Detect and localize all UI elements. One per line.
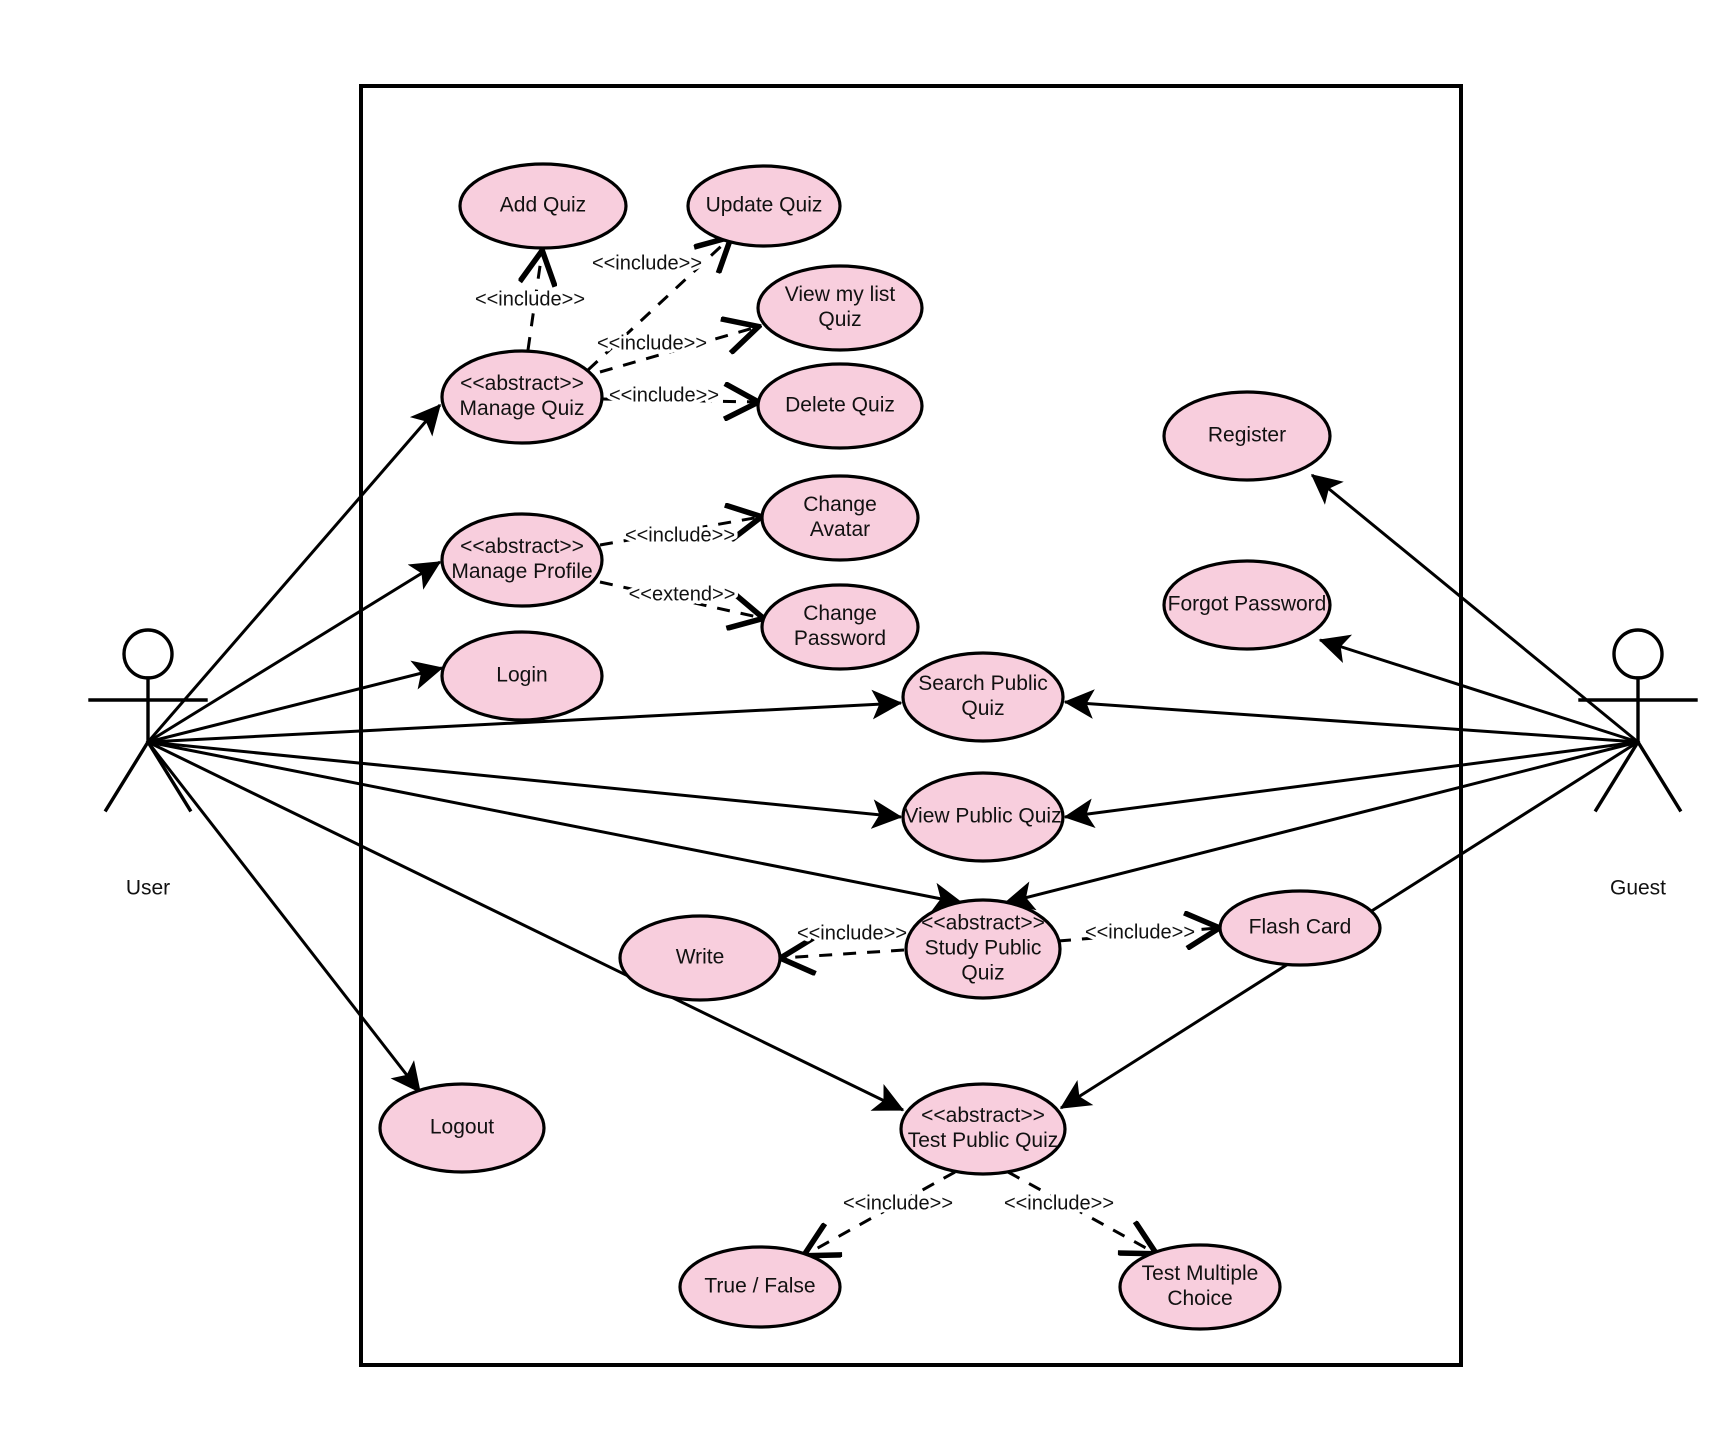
use-case-label-study-public-quiz: <<abstract>> — [921, 912, 1045, 935]
use-case-test-public-quiz[interactable]: <<abstract>>Test Public Quiz — [899, 1082, 1067, 1176]
stereotype-label-manage-quiz-add-quiz: <<include>> — [475, 288, 585, 310]
association-guest-search-public — [1063, 689, 1639, 744]
use-case-add-quiz[interactable]: Add Quiz — [458, 162, 628, 250]
association-user-test-public — [147, 740, 905, 1112]
stereotype-label-manage-quiz-update-quiz: <<include>> — [592, 252, 702, 274]
actor-leg-right-guest — [1635, 739, 1683, 813]
association-user-manage-profile — [147, 560, 442, 744]
use-case-label-update-quiz: Update Quiz — [706, 194, 823, 217]
use-case-flash-card[interactable]: Flash Card — [1218, 889, 1382, 967]
use-case-label-change-password: Password — [794, 627, 886, 650]
association-guest-view-public — [1063, 740, 1639, 828]
use-case-label-test-multiple-choice: Choice — [1167, 1287, 1232, 1310]
stereotype-label-test-public-quiz-test-multiple: <<include>> — [1004, 1192, 1114, 1214]
use-case-label-search-public-quiz: Quiz — [961, 697, 1004, 720]
use-case-label-true-false: True / False — [704, 1275, 815, 1298]
actor-leg-left-user — [103, 739, 151, 813]
association-user-logout — [146, 741, 422, 1094]
use-case-label-write: Write — [676, 946, 725, 969]
stereotype-label-study-public-quiz-flash-card: <<include>> — [1085, 921, 1195, 943]
actor-head-guest — [1612, 628, 1664, 680]
use-case-label-login: Login — [496, 664, 547, 687]
use-case-study-public-quiz[interactable]: <<abstract>>Study PublicQuiz — [904, 898, 1062, 1000]
use-case-label-change-avatar: Avatar — [810, 518, 870, 541]
use-case-write[interactable]: Write — [618, 914, 782, 1002]
association-user-view-public — [147, 740, 903, 829]
use-case-label-view-my-list-quiz: View my list — [785, 283, 896, 306]
stereotype-label-study-public-quiz-write: <<include>> — [797, 922, 907, 944]
stereotype-label-manage-profile-change-avatar: <<include>> — [625, 524, 735, 546]
system-boundary — [359, 84, 1463, 1367]
use-case-label-manage-quiz: <<abstract>> — [460, 372, 584, 395]
use-case-search-public-quiz[interactable]: Search PublicQuiz — [901, 651, 1065, 743]
use-case-diagram-canvas: <<include>> <<include>> <<include>> <<inclu… — [0, 0, 1730, 1452]
use-case-label-manage-profile: Manage Profile — [451, 560, 592, 583]
stereotype-label-manage-quiz-delete-quiz: <<include>> — [609, 384, 719, 406]
use-case-label-test-public-quiz: <<abstract>> — [921, 1104, 1045, 1127]
system-boundary-rect — [359, 84, 1463, 1367]
use-case-label-search-public-quiz: Search Public — [918, 672, 1048, 695]
association-guest-study-public — [1003, 740, 1639, 911]
association-user-login — [147, 660, 444, 744]
use-case-label-delete-quiz: Delete Quiz — [785, 394, 895, 417]
use-case-true-false[interactable]: True / False — [678, 1245, 842, 1329]
association-user-manage-quiz — [146, 403, 442, 743]
stereotype-label-manage-quiz-view-my-list-quiz: <<include>> — [597, 332, 707, 354]
use-case-logout[interactable]: Logout — [378, 1082, 546, 1174]
use-case-label-manage-profile: <<abstract>> — [460, 535, 584, 558]
use-case-test-multiple-choice[interactable]: Test MultipleChoice — [1118, 1243, 1282, 1331]
stereotype-label-test-public-quiz-true-false: <<include>> — [843, 1192, 953, 1214]
actor-label-guest: Guest — [1610, 877, 1666, 900]
use-case-label-add-quiz: Add Quiz — [500, 194, 586, 217]
use-case-label-test-public-quiz: Test Public Quiz — [908, 1129, 1059, 1152]
actor-label-user: User — [126, 877, 170, 900]
dependency-study-public-quiz-write — [782, 950, 905, 958]
use-case-change-password[interactable]: ChangePassword — [760, 583, 920, 671]
use-case-manage-quiz[interactable]: <<abstract>>Manage Quiz — [440, 349, 604, 445]
use-case-label-forgot-password: Forgot Password — [1168, 593, 1327, 616]
use-case-label-change-password: Change — [803, 602, 877, 625]
uml-use-case-diagram: <<include>> <<include>> <<include>> <<inclu… — [88, 84, 1698, 1367]
use-case-delete-quiz[interactable]: Delete Quiz — [756, 362, 924, 450]
use-case-label-view-public-quiz: View Public Quiz — [904, 805, 1061, 828]
use-case-view-my-list-quiz[interactable]: View my listQuiz — [756, 264, 924, 352]
use-case-label-manage-quiz: Manage Quiz — [460, 397, 585, 420]
use-case-forgot-password[interactable]: Forgot Password — [1162, 559, 1332, 651]
actor-head-user — [122, 628, 174, 680]
use-case-label-view-my-list-quiz: Quiz — [818, 308, 861, 331]
use-case-update-quiz[interactable]: Update Quiz — [686, 164, 842, 248]
use-case-register[interactable]: Register — [1162, 390, 1332, 482]
use-case-manage-profile[interactable]: <<abstract>>Manage Profile — [440, 512, 604, 608]
association-user-study-public — [147, 740, 964, 912]
use-case-label-register: Register — [1208, 424, 1286, 447]
actor-user[interactable]: User — [88, 628, 208, 900]
use-case-label-study-public-quiz: Study Public — [925, 937, 1042, 960]
use-case-view-public-quiz[interactable]: View Public Quiz — [901, 771, 1065, 863]
use-case-change-avatar[interactable]: ChangeAvatar — [760, 474, 920, 562]
use-case-label-flash-card: Flash Card — [1249, 916, 1352, 939]
stereotype-label-manage-profile-change-password: <<extend>> — [629, 583, 736, 605]
actor-guest[interactable]: Guest — [1578, 628, 1698, 900]
use-case-label-test-multiple-choice: Test Multiple — [1142, 1262, 1259, 1285]
use-case-label-change-avatar: Change — [803, 493, 877, 516]
association-guest-forgot-password — [1318, 634, 1639, 744]
use-case-login[interactable]: Login — [440, 630, 604, 722]
use-case-label-study-public-quiz: Quiz — [961, 962, 1004, 985]
use-case-label-logout: Logout — [430, 1116, 494, 1139]
association-guest-register — [1310, 473, 1639, 744]
